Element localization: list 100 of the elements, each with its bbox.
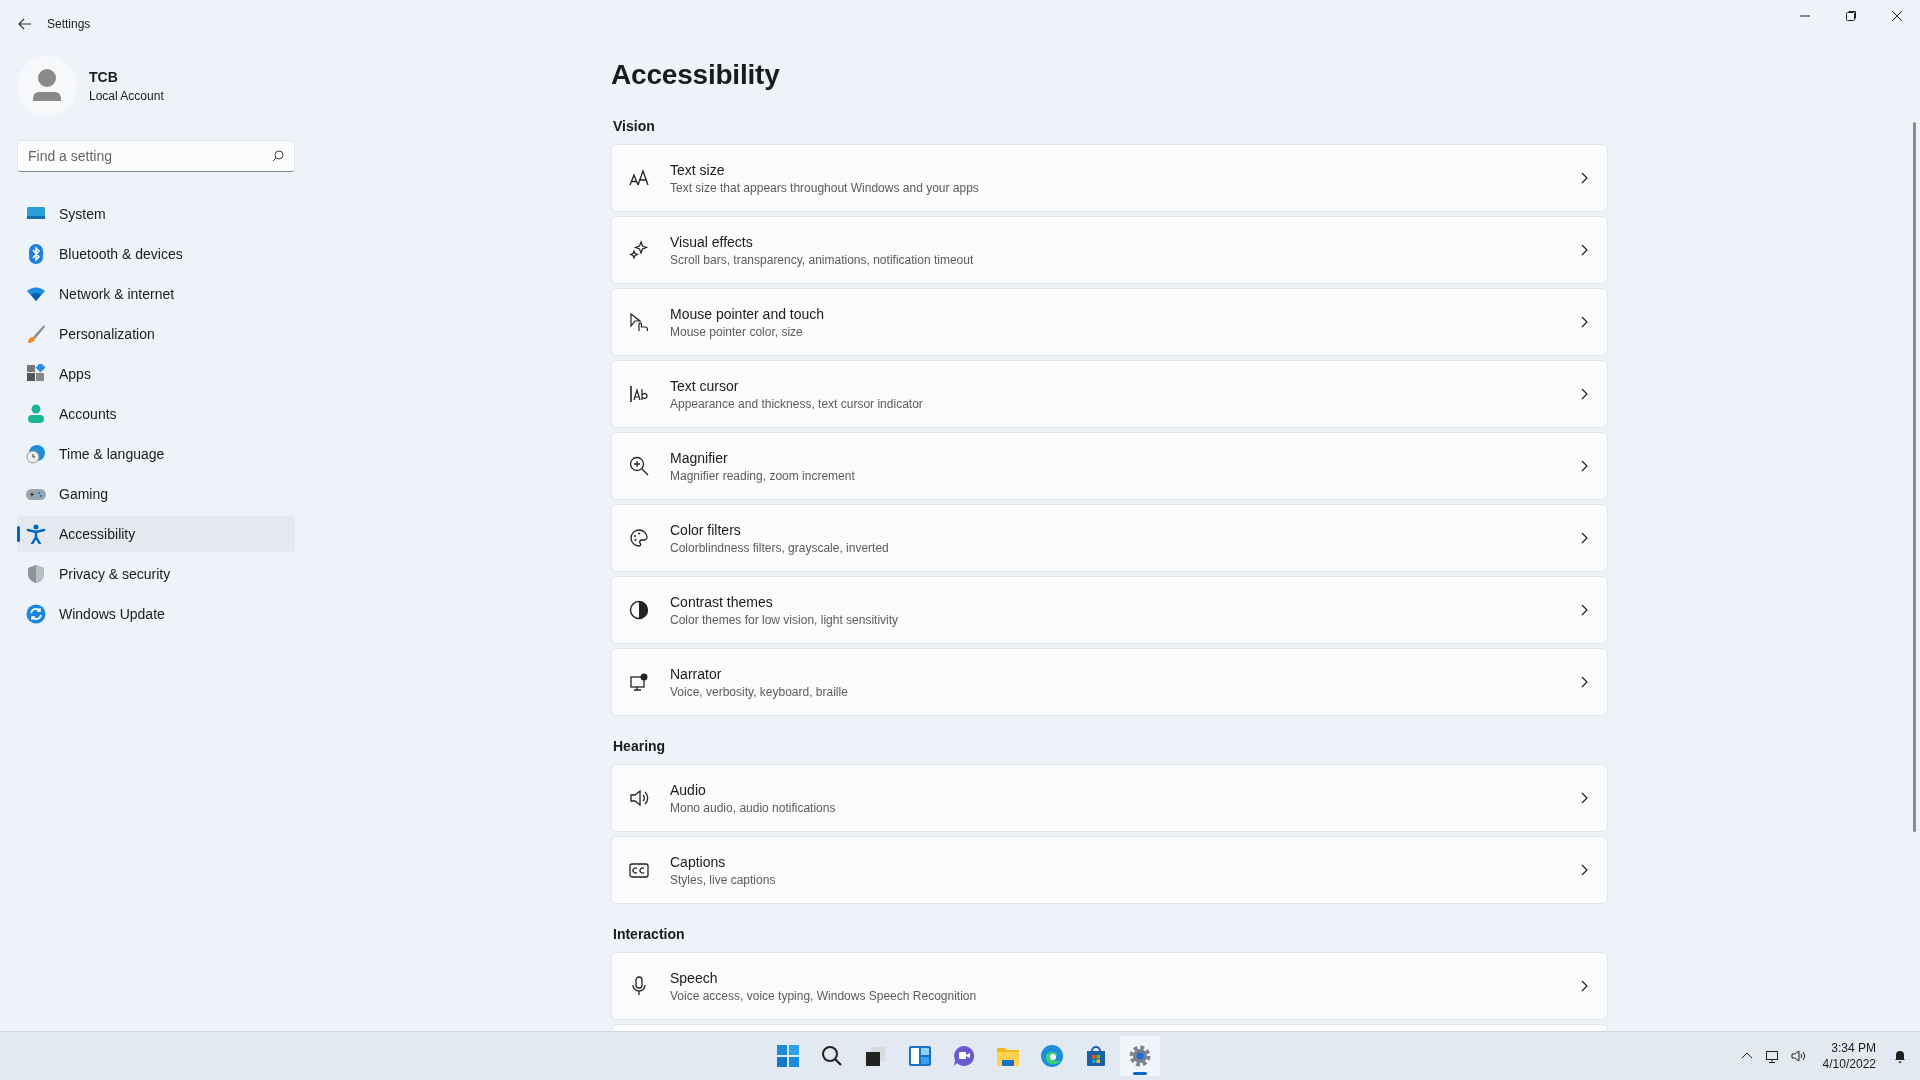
section-heading: Vision xyxy=(612,117,656,136)
account-type: Local Account xyxy=(89,89,164,103)
microphone-icon xyxy=(629,976,649,996)
setting-card[interactable]: Color filters Colorblindness filters, grayscale, inverted xyxy=(611,504,1608,572)
setting-description: Color themes for low vision, light sensitivity xyxy=(670,612,900,627)
globe-clock-icon xyxy=(26,444,46,464)
setting-card[interactable]: Captions Styles, live captions xyxy=(611,836,1608,904)
magnifier-icon xyxy=(629,456,649,476)
setting-description: Voice access, voice typing, Windows Speech Recognition xyxy=(670,988,978,1003)
nav-item[interactable]: Gaming xyxy=(17,476,295,512)
setting-title: Visual effects xyxy=(670,233,754,250)
nav-item[interactable]: Personalization xyxy=(17,316,295,352)
setting-card[interactable]: Text size Text size that appears throughout Windows and your apps xyxy=(611,144,1608,212)
chevron-right-icon xyxy=(1579,676,1589,688)
section-heading: Interaction xyxy=(612,925,686,944)
chevron-right-icon xyxy=(1579,980,1589,992)
setting-title: Contrast themes xyxy=(670,593,774,610)
speaker-icon xyxy=(629,788,649,808)
setting-description: Styles, live captions xyxy=(670,872,777,887)
accessibility-icon xyxy=(26,524,46,544)
text-size-icon xyxy=(629,168,649,188)
nav-item[interactable]: Apps xyxy=(17,356,295,392)
setting-card[interactable]: Narrator Voice, verbosity, keyboard, braille xyxy=(611,648,1608,716)
person-icon xyxy=(26,404,46,424)
profile-name: TCB xyxy=(89,69,119,85)
narrator-icon xyxy=(629,672,649,692)
speaker-icon[interactable] xyxy=(1790,1048,1807,1064)
chevron-right-icon xyxy=(1579,460,1589,472)
page-title: Accessibility xyxy=(611,58,781,92)
chevron-right-icon xyxy=(1579,532,1589,544)
palette-icon xyxy=(629,528,649,548)
clock-date[interactable]: 4/10/2022 xyxy=(1822,1056,1876,1072)
update-icon xyxy=(26,604,46,624)
chevron-right-icon xyxy=(1579,244,1589,256)
network-icon[interactable] xyxy=(1764,1048,1781,1064)
chevron-right-icon xyxy=(1579,864,1589,876)
setting-title: Text size xyxy=(670,161,726,178)
setting-title: Captions xyxy=(670,853,727,870)
setting-description: Voice, verbosity, keyboard, braille xyxy=(670,684,849,699)
setting-card[interactable]: Contrast themes Color themes for low vision, light sensitivity xyxy=(611,576,1608,644)
setting-description: Appearance and thickness, text cursor indicator xyxy=(670,396,924,411)
store-icon xyxy=(1084,1044,1108,1068)
nav-item[interactable]: Bluetooth & devices xyxy=(17,236,295,272)
setting-description: Text size that appears throughout Windows and your apps xyxy=(670,180,980,195)
nav-item[interactable]: Accounts xyxy=(17,396,295,432)
nav-item[interactable]: System xyxy=(17,196,295,232)
nav-item[interactable]: Windows Update xyxy=(17,596,295,632)
setting-title: Text cursor xyxy=(670,377,740,394)
setting-description: Mouse pointer color, size xyxy=(670,324,804,339)
search-field[interactable]: Find a setting xyxy=(17,140,295,172)
setting-card[interactable]: Speech Voice access, voice typing, Windows Speech Recognition xyxy=(611,952,1608,1020)
nav-item[interactable]: Privacy & security xyxy=(17,556,295,592)
setting-title: Magnifier xyxy=(670,449,729,466)
setting-title: Color filters xyxy=(670,521,742,538)
setting-card[interactable]: Mouse pointer and touch Mouse pointer color, size xyxy=(611,288,1608,356)
widgets-icon xyxy=(908,1044,932,1068)
clock-time[interactable]: 3:34 PM xyxy=(1822,1040,1876,1056)
selection-indicator xyxy=(17,526,20,542)
nav-item[interactable]: Time & language xyxy=(17,436,295,472)
contrast-icon xyxy=(629,600,649,620)
section-heading: Hearing xyxy=(612,737,667,756)
pointer-hand-icon xyxy=(629,312,649,332)
setting-description: Colorblindness filters, grayscale, inverted xyxy=(670,540,890,555)
setting-description: Mono audio, audio notifications xyxy=(670,800,837,815)
window-title: Settings xyxy=(47,17,91,31)
paintbrush-icon xyxy=(26,324,46,344)
setting-description: Magnifier reading, zoom increment xyxy=(670,468,856,483)
setting-card[interactable]: Magnifier Magnifier reading, zoom increment xyxy=(611,432,1608,500)
sparkle-icon xyxy=(629,240,649,260)
captions-icon xyxy=(629,860,649,880)
text-cursor-icon xyxy=(629,384,649,404)
setting-card[interactable]: Text cursor Appearance and thickness, text cursor indicator xyxy=(611,360,1608,428)
setting-title: Mouse pointer and touch xyxy=(670,305,826,322)
nav-item[interactable]: Network & internet xyxy=(17,276,295,312)
setting-title: Audio xyxy=(670,781,707,798)
chevron-right-icon xyxy=(1579,172,1589,184)
setting-card[interactable]: Audio Mono audio, audio notifications xyxy=(611,764,1608,832)
browser-icon xyxy=(1040,1044,1064,1068)
avatar xyxy=(17,56,77,116)
search-icon[interactable] xyxy=(272,150,284,162)
scrollbar[interactable] xyxy=(1913,122,1916,832)
video-chat-icon xyxy=(952,1044,976,1068)
active-indicator xyxy=(1133,1072,1147,1075)
bluetooth-icon xyxy=(26,244,46,264)
back-icon[interactable] xyxy=(17,16,33,32)
chevron-right-icon xyxy=(1579,604,1589,616)
nav-item[interactable]: Accessibility xyxy=(17,516,295,552)
setting-title: Speech xyxy=(670,969,719,986)
chevron-right-icon xyxy=(1579,792,1589,804)
apps-icon xyxy=(26,364,46,384)
gear-taskbar-button[interactable] xyxy=(1120,1036,1160,1076)
gear-icon xyxy=(1128,1044,1152,1068)
task-view-icon xyxy=(864,1044,888,1068)
chevron-right-icon xyxy=(1579,316,1589,328)
search-icon xyxy=(820,1044,844,1068)
setting-card[interactable]: Visual effects Scroll bars, transparency, animations, notification timeout xyxy=(611,216,1608,284)
setting-title: Narrator xyxy=(670,665,723,682)
chevron-right-icon xyxy=(1579,388,1589,400)
shield-icon xyxy=(26,564,46,584)
windows-icon xyxy=(776,1044,800,1068)
